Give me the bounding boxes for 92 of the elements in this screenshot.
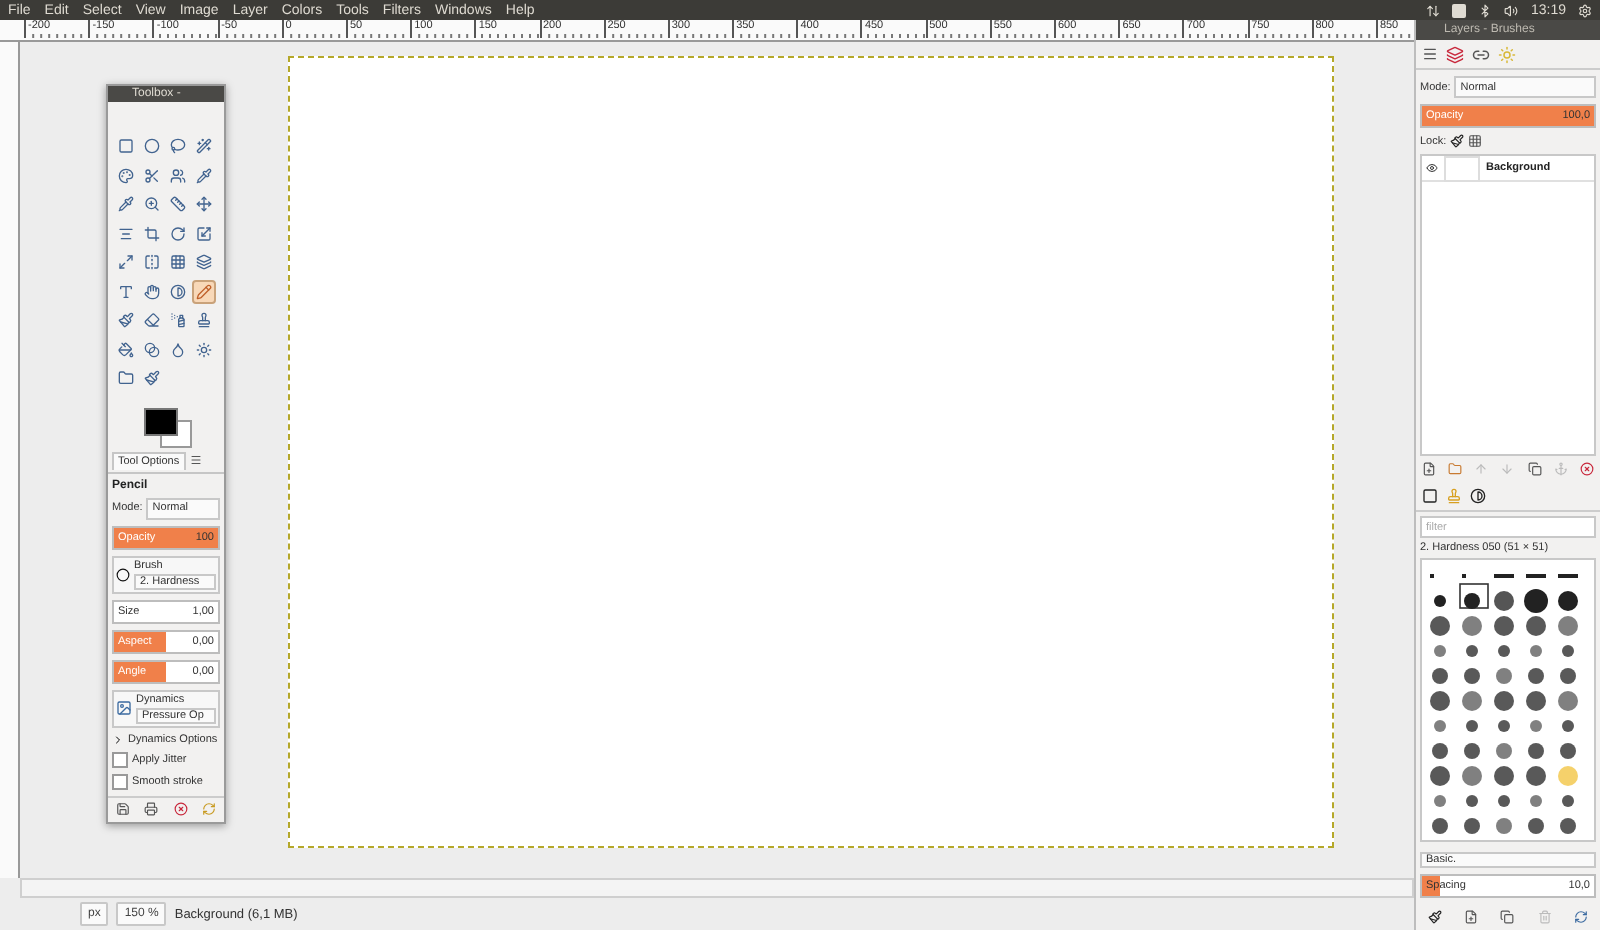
foreground-color[interactable] bbox=[144, 407, 178, 436]
eye-icon[interactable] bbox=[1426, 162, 1438, 174]
tool-button[interactable] bbox=[166, 279, 190, 304]
horizontal-scrollbar[interactable] bbox=[20, 878, 1414, 898]
save-icon[interactable] bbox=[115, 802, 130, 817]
sun-icon bbox=[196, 341, 212, 358]
tool-button[interactable] bbox=[140, 250, 164, 275]
duplicate-icon[interactable] bbox=[1500, 910, 1515, 924]
network-icon[interactable] bbox=[1426, 3, 1441, 17]
tool-button[interactable] bbox=[166, 250, 190, 275]
contrast-icon bbox=[170, 283, 186, 300]
tool-button[interactable] bbox=[192, 221, 216, 246]
tool-button[interactable] bbox=[140, 163, 164, 188]
paintbrush-icon bbox=[118, 312, 134, 329]
tool-button[interactable] bbox=[192, 308, 216, 333]
scale-icon bbox=[196, 225, 212, 242]
hand-icon bbox=[144, 283, 160, 300]
tool-button[interactable] bbox=[114, 134, 138, 159]
flip-icon bbox=[144, 254, 160, 271]
tool-button[interactable] bbox=[192, 134, 216, 159]
wand-icon bbox=[196, 138, 212, 155]
delete-icon[interactable] bbox=[173, 802, 188, 817]
stamp-icon bbox=[196, 312, 212, 329]
ruler-icon bbox=[170, 196, 186, 213]
crop-icon bbox=[144, 225, 160, 242]
folder-icon bbox=[118, 370, 134, 387]
square-icon[interactable] bbox=[1422, 488, 1438, 504]
checkbox[interactable] bbox=[112, 773, 128, 790]
expander-icon[interactable] bbox=[112, 733, 124, 746]
tool-button[interactable] bbox=[140, 337, 164, 362]
pipette-icon bbox=[118, 196, 134, 213]
tool-button[interactable] bbox=[166, 163, 190, 188]
paintbrush-icon[interactable] bbox=[1450, 134, 1465, 148]
tool-button[interactable] bbox=[166, 221, 190, 246]
paintbrush-icon[interactable] bbox=[1427, 910, 1442, 924]
people-icon bbox=[170, 167, 186, 184]
paint-bucket-icon bbox=[118, 341, 134, 358]
printer-icon[interactable] bbox=[144, 802, 159, 817]
menu-icon[interactable] bbox=[1422, 46, 1438, 62]
duplicate-icon[interactable] bbox=[1527, 462, 1542, 476]
tool-button[interactable] bbox=[140, 134, 164, 159]
delete-icon[interactable] bbox=[1579, 462, 1594, 476]
tool-button[interactable] bbox=[192, 163, 216, 188]
text-tool-icon bbox=[118, 283, 134, 300]
volume-icon[interactable] bbox=[1504, 3, 1519, 17]
tool-button[interactable] bbox=[192, 279, 216, 304]
ellipse-select-icon bbox=[144, 138, 160, 155]
tool-button[interactable] bbox=[192, 337, 216, 362]
tool-button[interactable] bbox=[140, 366, 164, 391]
expand-icon bbox=[118, 254, 134, 271]
gradient-icon[interactable] bbox=[1470, 488, 1486, 504]
new-layer-icon[interactable] bbox=[1422, 462, 1437, 476]
settings-icon[interactable] bbox=[1578, 3, 1592, 17]
tool-button[interactable] bbox=[114, 192, 138, 217]
scissors-icon bbox=[144, 167, 160, 184]
move-icon bbox=[196, 196, 212, 213]
tool-button[interactable] bbox=[140, 279, 164, 304]
bluetooth-icon[interactable] bbox=[1478, 3, 1493, 17]
tool-button[interactable] bbox=[166, 192, 190, 217]
pencil-icon bbox=[196, 283, 212, 300]
palette-icon bbox=[118, 167, 134, 184]
checkbox[interactable] bbox=[112, 751, 128, 768]
grid-icon bbox=[170, 254, 186, 271]
paintbrush-icon bbox=[144, 370, 160, 387]
refresh-icon[interactable] bbox=[1574, 910, 1589, 924]
tool-button[interactable] bbox=[114, 163, 138, 188]
lasso-icon bbox=[170, 138, 186, 155]
tool-button[interactable] bbox=[114, 250, 138, 275]
droplet-icon bbox=[170, 341, 186, 358]
tool-button[interactable] bbox=[192, 192, 216, 217]
dynamics-icon bbox=[116, 700, 132, 717]
blend-icon bbox=[144, 341, 160, 358]
tool-button[interactable] bbox=[140, 308, 164, 333]
align-icon bbox=[118, 225, 134, 242]
pipette-icon bbox=[196, 167, 212, 184]
tool-button[interactable] bbox=[114, 308, 138, 333]
menu-icon[interactable] bbox=[189, 454, 202, 467]
zoom-icon bbox=[144, 196, 160, 213]
layers-icon[interactable] bbox=[1446, 45, 1464, 63]
tool-button[interactable] bbox=[140, 221, 164, 246]
rectangle-select-icon bbox=[118, 138, 134, 155]
folder-icon[interactable] bbox=[1448, 462, 1463, 476]
chain-icon[interactable] bbox=[1472, 45, 1490, 63]
brush-preview-icon bbox=[116, 567, 130, 582]
tool-button[interactable] bbox=[166, 134, 190, 159]
tool-button[interactable] bbox=[192, 250, 216, 275]
tool-button[interactable] bbox=[114, 337, 138, 362]
new-brush-icon[interactable] bbox=[1464, 910, 1479, 924]
layers-icon bbox=[196, 254, 212, 271]
grid-icon[interactable] bbox=[1468, 134, 1483, 148]
rotate-icon bbox=[170, 225, 186, 242]
eraser-icon bbox=[144, 312, 160, 329]
